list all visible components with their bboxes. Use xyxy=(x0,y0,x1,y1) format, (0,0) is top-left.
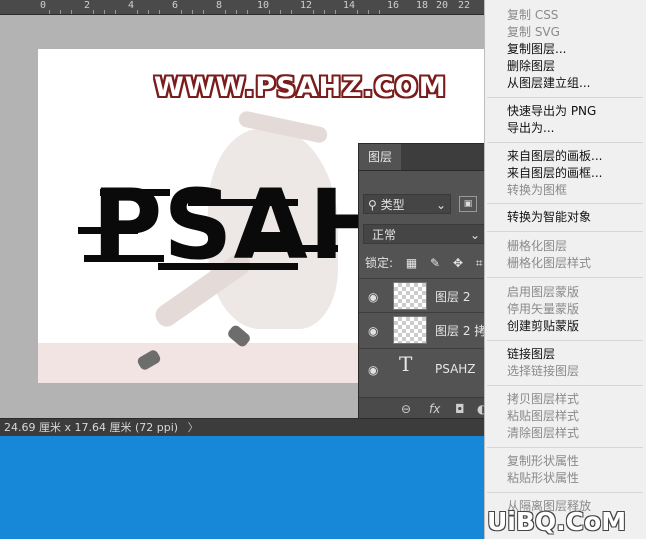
link-icon[interactable]: ⊖ xyxy=(401,402,411,416)
lock-row: 锁定: ▦ ✎ ✥ ⌗ xyxy=(365,254,483,271)
layer-context-menu: 复制 CSS 复制 SVG 复制图层... 删除图层 从图层建立组... 快速导… xyxy=(484,0,646,539)
glitch-slice xyxy=(248,245,338,252)
ruler-label: 8 xyxy=(216,0,223,11)
site-watermark-logo: UiBQ.CoM xyxy=(487,507,627,536)
menu-item-link-layers[interactable]: 链接图层 xyxy=(507,346,555,363)
layer-filter-select[interactable]: ⚲ 类型 ⌄ xyxy=(363,194,451,214)
layer-row[interactable]: ◉ T PSAHZ xyxy=(359,348,490,388)
layer-name: 图层 2 xyxy=(435,290,471,304)
menu-item-select-linked-layers[interactable]: 选择链接图层 xyxy=(507,363,579,380)
lock-label: 锁定: xyxy=(365,256,394,270)
menu-item-copy-layer-style[interactable]: 拷贝图层样式 xyxy=(507,391,579,408)
tab-layers[interactable]: 图层 xyxy=(359,144,402,170)
layer-thumbnail xyxy=(393,316,427,344)
glitch-slice xyxy=(100,189,170,196)
search-icon: ⚲ xyxy=(368,198,377,212)
filter-label: 类型 xyxy=(380,198,405,212)
layers-tabbar: 图层 xyxy=(359,144,489,171)
eye-icon[interactable]: ◉ xyxy=(368,290,378,304)
menu-separator xyxy=(487,492,643,493)
fx-icon[interactable]: fx xyxy=(429,402,440,416)
ruler-label: 0 xyxy=(40,0,47,11)
menu-item-copy-svg[interactable]: 复制 SVG xyxy=(507,24,560,41)
mask-icon[interactable]: ◘ xyxy=(455,402,465,416)
layer-thumbnail xyxy=(393,282,427,310)
menu-item-artboard-from-layers[interactable]: 来自图层的画板... xyxy=(507,148,602,165)
ruler-label: 18 xyxy=(416,0,429,11)
menu-item-disable-vector-mask[interactable]: 停用矢量蒙版 xyxy=(507,301,579,318)
layer-name: 图层 2 拷 xyxy=(435,324,487,338)
image-filter-icon[interactable]: ▣ xyxy=(459,196,477,212)
glitch-slice xyxy=(158,263,298,270)
ruler-label: 10 xyxy=(257,0,270,11)
lock-paint-icon[interactable]: ✎ xyxy=(430,256,440,270)
ruler-label: 14 xyxy=(343,0,356,11)
menu-item-rasterize-layer-style[interactable]: 栅格化图层样式 xyxy=(507,255,591,272)
menu-item-quick-export-png[interactable]: 快速导出为 PNG xyxy=(507,103,596,120)
glitch-slice xyxy=(188,199,298,206)
menu-item-copy-shape-attributes[interactable]: 复制形状属性 xyxy=(507,453,579,470)
ruler-label: 22 xyxy=(458,0,471,11)
menu-separator xyxy=(487,447,643,448)
eye-icon[interactable]: ◉ xyxy=(368,324,378,338)
menu-separator xyxy=(487,340,643,341)
menu-separator xyxy=(487,385,643,386)
chevron-down-icon: ⌄ xyxy=(469,228,480,242)
glitch-slice xyxy=(84,255,164,262)
chevron-down-icon: ⌄ xyxy=(435,198,446,212)
watermark-text: WWW.PSAHZ.COM xyxy=(154,72,447,103)
menu-separator xyxy=(487,142,643,143)
blend-mode-value: 正常 xyxy=(372,228,397,242)
menu-separator xyxy=(487,231,643,232)
ruler-label: 2 xyxy=(84,0,91,11)
menu-item-duplicate-layer[interactable]: 复制图层... xyxy=(507,41,566,58)
menu-item-rasterize-layer[interactable]: 栅格化图层 xyxy=(507,238,567,255)
menu-item-delete-layer[interactable]: 删除图层 xyxy=(507,58,555,75)
menu-item-create-clipping-mask[interactable]: 创建剪贴蒙版 xyxy=(507,318,579,335)
lock-move-icon[interactable]: ✥ xyxy=(453,256,463,270)
ruler-label: 12 xyxy=(300,0,313,11)
ruler-label: 16 xyxy=(387,0,400,11)
lock-artboard-icon[interactable]: ⌗ xyxy=(476,256,483,271)
menu-separator xyxy=(487,203,643,204)
eye-icon[interactable]: ◉ xyxy=(368,363,378,377)
ruler-label: 6 xyxy=(172,0,179,11)
status-arrow-icon[interactable]: 〉 xyxy=(188,421,199,434)
menu-item-convert-smart-object[interactable]: 转换为智能对象 xyxy=(507,209,591,226)
ruler-label: 20 xyxy=(436,0,449,11)
menu-item-copy-css[interactable]: 复制 CSS xyxy=(507,7,558,24)
document-workspace[interactable]: 0 2 4 6 8 10 12 14 16 18 20 22 WWW.PSAHZ… xyxy=(0,0,490,418)
menu-separator xyxy=(487,97,643,98)
layer-row[interactable]: ◉ 图层 2 xyxy=(359,278,490,312)
menu-item-export-as[interactable]: 导出为... xyxy=(507,120,554,137)
layers-footer: ⊖ fx ◘ ◐ xyxy=(359,397,489,418)
menu-item-group-from-layers[interactable]: 从图层建立组... xyxy=(507,75,590,92)
horizontal-ruler[interactable]: 0 2 4 6 8 10 12 14 16 18 20 22 xyxy=(0,0,490,15)
layer-row[interactable]: ◉ 图层 2 拷 xyxy=(359,312,490,346)
text-layer-icon: T xyxy=(399,352,413,376)
blend-mode-select[interactable]: 正常 ⌄ xyxy=(363,224,485,244)
menu-item-frame-from-layers[interactable]: 来自图层的画框... xyxy=(507,165,602,182)
layers-panel[interactable]: 图层 ⚲ 类型 ⌄ ▣ 正常 ⌄ 锁定: ▦ ✎ ✥ ⌗ ◉ 图层 2 ◉ 图层… xyxy=(358,143,490,418)
menu-item-convert-to-frame[interactable]: 转换为图框 xyxy=(507,182,567,199)
status-bar: 24.69 厘米 x 17.64 厘米 (72 ppi) 〉 xyxy=(0,418,490,436)
layer-name: PSAHZ xyxy=(435,362,476,376)
menu-item-paste-layer-style[interactable]: 粘贴图层样式 xyxy=(507,408,579,425)
menu-item-clear-layer-style[interactable]: 清除图层样式 xyxy=(507,425,579,442)
menu-separator xyxy=(487,277,643,278)
ruler-label: 4 xyxy=(128,0,135,11)
document-size: 24.69 厘米 x 17.64 厘米 (72 ppi) xyxy=(4,421,179,434)
menu-item-paste-shape-attributes[interactable]: 粘贴形状属性 xyxy=(507,470,579,487)
menu-item-enable-layer-mask[interactable]: 启用图层蒙版 xyxy=(507,284,579,301)
lock-transparent-icon[interactable]: ▦ xyxy=(406,256,417,270)
glitch-slice xyxy=(78,227,138,234)
